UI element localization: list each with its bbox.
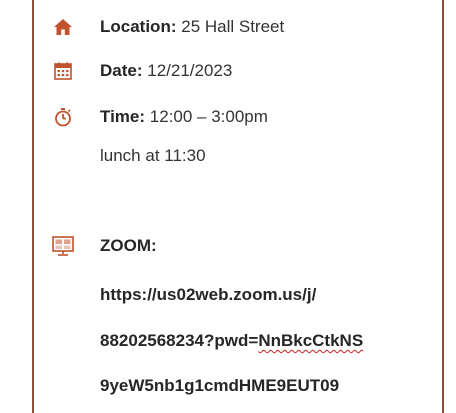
date-text: Date: 12/21/2023 <box>100 60 232 82</box>
zoom-url-line-2[interactable]: 88202568234?pwd=NnBkcCtkNS <box>100 330 363 352</box>
location-text: Location: 25 Hall Street <box>100 16 284 38</box>
spellcheck-flagged-word: NnBkcCtkNS <box>258 331 364 350</box>
location-row: Location: 25 Hall Street <box>34 12 442 42</box>
date-label: Date: <box>100 61 143 80</box>
calendar-icon <box>51 59 75 83</box>
time-label: Time: <box>100 107 146 126</box>
event-details-card: Location: 25 Hall Street Date: 12/21/202… <box>32 0 444 413</box>
zoom-url-line-1[interactable]: https://us02web.zoom.us/j/ <box>100 284 316 306</box>
time-value: 12:00 – 3:00pm <box>149 107 268 126</box>
time-text: Time: 12:00 – 3:00pm <box>100 106 268 128</box>
presentation-screen-icon <box>51 234 75 258</box>
time-note: lunch at 11:30 <box>100 146 206 165</box>
home-icon <box>51 15 75 39</box>
time-row: Time: 12:00 – 3:00pm <box>34 102 442 132</box>
zoom-row: ZOOM: <box>34 231 442 261</box>
zoom-url-line-2-row: 88202568234?pwd=NnBkcCtkNS <box>34 326 442 356</box>
zoom-url-line-2-prefix: 88202568234?pwd= <box>100 331 259 350</box>
date-row: Date: 12/21/2023 <box>34 56 442 86</box>
time-note-row: lunch at 11:30 <box>34 141 442 171</box>
zoom-url-line-1-row: https://us02web.zoom.us/j/ <box>34 280 442 310</box>
stopwatch-icon <box>51 105 75 129</box>
zoom-url-line-3[interactable]: 9yeW5nb1g1cmdHME9EUT09 <box>100 375 339 397</box>
zoom-label: ZOOM: <box>100 236 157 255</box>
location-value: 25 Hall Street <box>181 17 285 36</box>
zoom-url-line-3-row: 9yeW5nb1g1cmdHME9EUT09 <box>34 371 442 401</box>
date-value: 12/21/2023 <box>147 61 233 80</box>
location-label: Location: <box>100 17 177 36</box>
